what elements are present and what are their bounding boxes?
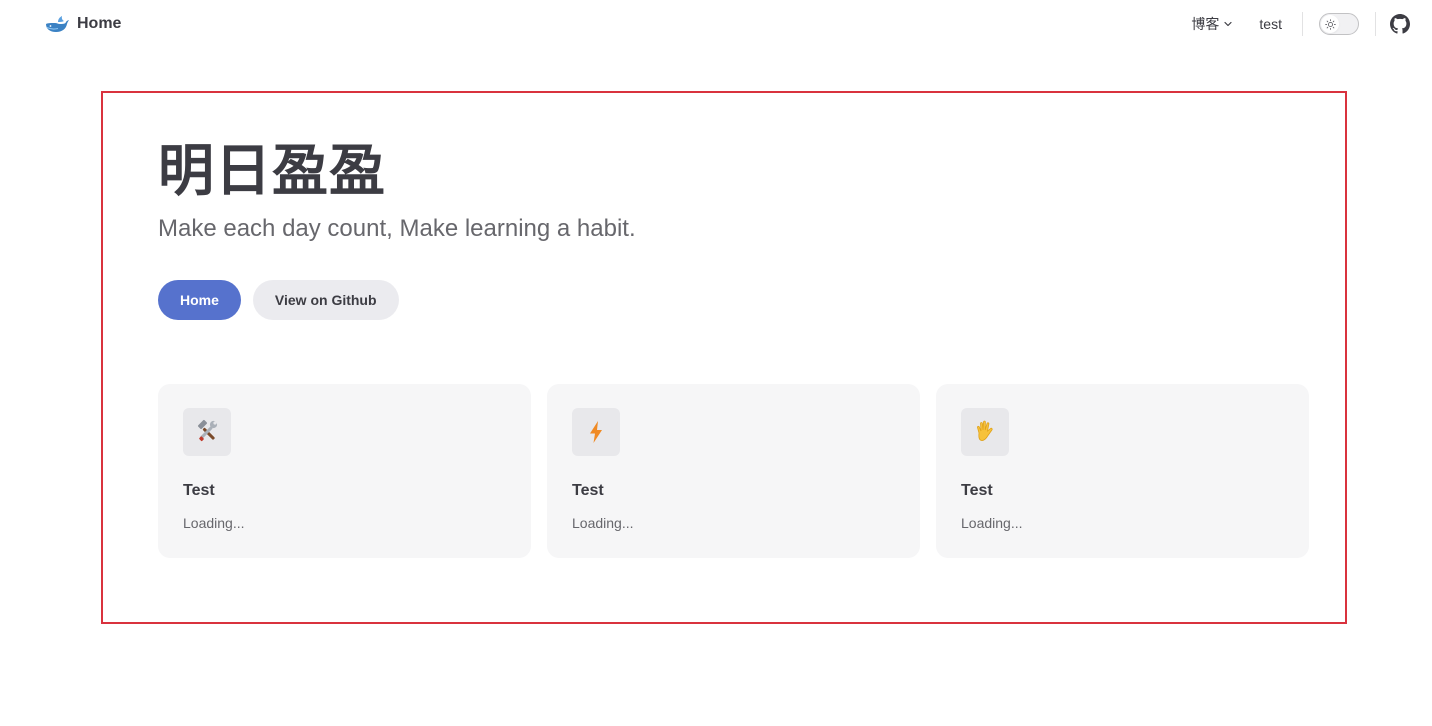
github-icon: [1390, 14, 1410, 34]
feature-icon-box: [572, 408, 620, 456]
appearance-toggle-knob: [1321, 15, 1339, 33]
hero-actions: Home View on Github: [158, 280, 399, 320]
top-nav: Home 博客 test: [0, 0, 1432, 48]
features-grid: Test Loading... Test Loading... Test Loa…: [158, 384, 1309, 558]
home-button[interactable]: Home: [158, 280, 241, 320]
feature-icon-box: [961, 408, 1009, 456]
feature-title: Test: [961, 482, 993, 499]
sun-icon: [1324, 18, 1336, 30]
nav-divider: [1302, 12, 1303, 36]
nav-item-label: test: [1259, 16, 1282, 32]
hammer-wrench-icon: [197, 419, 218, 442]
feature-title: Test: [572, 482, 604, 499]
feature-title: Test: [183, 482, 215, 499]
whale-logo-icon: [46, 16, 69, 32]
feature-icon-box: [183, 408, 231, 456]
nav-item-blog-dropdown[interactable]: 博客: [1191, 14, 1233, 34]
feature-details: Loading...: [572, 515, 634, 531]
hero-tagline: Make each day count, Make learning a hab…: [158, 215, 636, 242]
feature-details: Loading...: [961, 515, 1023, 531]
github-link[interactable]: [1390, 14, 1410, 34]
nav-divider: [1375, 12, 1376, 36]
feature-details: Loading...: [183, 515, 245, 531]
lightning-icon: [590, 421, 602, 443]
brand-title: Home: [77, 15, 122, 32]
nav-right: 博客 test: [1191, 0, 1410, 48]
raised-hand-icon: [977, 420, 993, 441]
nav-item-test[interactable]: test: [1259, 16, 1282, 32]
hero-title: 明日盈盈: [158, 139, 386, 202]
nav-item-label: 博客: [1191, 16, 1220, 32]
appearance-toggle[interactable]: [1319, 13, 1359, 35]
feature-card[interactable]: Test Loading...: [936, 384, 1309, 558]
brand-link[interactable]: Home: [44, 15, 121, 33]
hero-section-highlight: 明日盈盈 Make each day count, Make learning …: [101, 91, 1347, 624]
feature-card[interactable]: Test Loading...: [158, 384, 531, 558]
view-on-github-button[interactable]: View on Github: [252, 280, 399, 320]
nav-menu: 博客 test: [1191, 14, 1282, 34]
chevron-down-icon: [1224, 21, 1233, 27]
feature-card[interactable]: Test Loading...: [547, 384, 920, 558]
